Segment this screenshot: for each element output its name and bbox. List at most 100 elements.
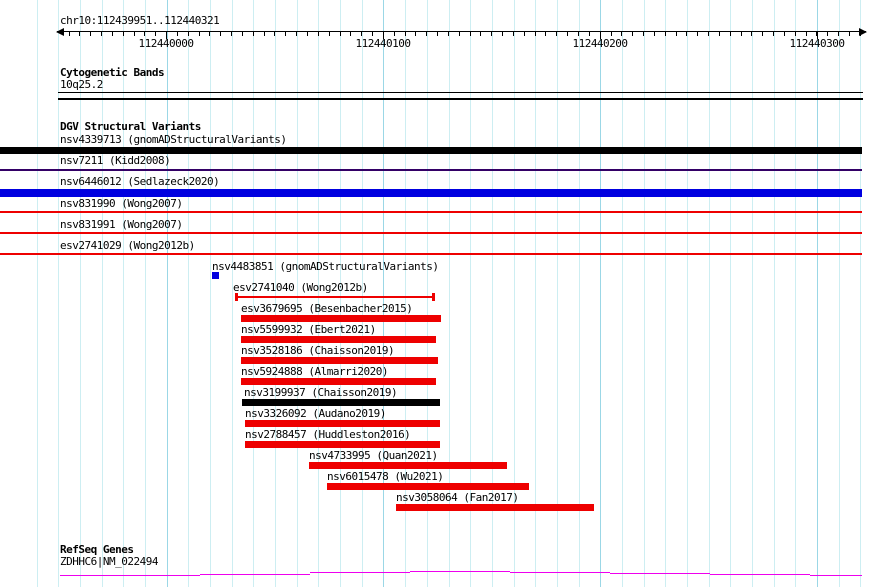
ruler-tick-minor	[773, 32, 775, 36]
gene-model-line[interactable]	[200, 574, 310, 575]
variant-bar[interactable]	[0, 169, 862, 171]
ruler-tick-minor	[176, 32, 178, 36]
gridline-minor	[578, 0, 580, 587]
variant-range-bar[interactable]	[236, 296, 434, 298]
feature-label[interactable]: nsv831990 (Wong2007)	[60, 197, 183, 210]
genome-browser-view: chr10:112439951..112440321 112440000 1124…	[0, 0, 890, 587]
ruler-tick-minor	[111, 32, 113, 36]
ruler-tick-minor	[827, 32, 829, 36]
gridline-minor	[795, 0, 797, 587]
variant-bar[interactable]	[241, 357, 438, 364]
ruler-tick-minor	[187, 32, 189, 36]
feature-label[interactable]: esv2741040 (Wong2012b)	[233, 281, 368, 294]
variant-bar[interactable]	[241, 336, 436, 343]
ruler-tick-minor	[306, 32, 308, 36]
ruler-tick-minor	[545, 32, 547, 36]
gene-model-line[interactable]	[710, 574, 810, 575]
feature-label[interactable]: nsv831991 (Wong2007)	[60, 218, 183, 231]
ruler-tick-minor	[653, 32, 655, 36]
feature-label[interactable]: nsv4339713 (gnomADStructuralVariants)	[60, 133, 287, 146]
ruler-tick-minor	[794, 32, 796, 36]
feature-label[interactable]: nsv3199937 (Chaisson2019)	[244, 386, 398, 399]
ruler-tick-minor	[122, 32, 124, 36]
feature-label[interactable]: esv3679695 (Besenbacher2015)	[241, 302, 413, 315]
feature-label[interactable]: nsv5924888 (Almarri2020)	[241, 365, 388, 378]
feature-label[interactable]: esv2741029 (Wong2012b)	[60, 239, 195, 252]
variant-bar[interactable]	[241, 315, 441, 322]
gridline-minor	[210, 0, 212, 587]
gridline-minor	[145, 0, 146, 587]
variant-bar[interactable]	[327, 483, 529, 490]
gridline-minor	[621, 0, 623, 587]
feature-label[interactable]: nsv2788457 (Huddleston2016)	[245, 428, 411, 441]
feature-label[interactable]: nsv6446012 (Sedlazeck2020)	[60, 175, 220, 188]
variant-bar[interactable]	[245, 441, 440, 448]
ruler-tick-minor	[512, 32, 514, 36]
cytoband-line[interactable]	[58, 92, 863, 93]
gene-model-line[interactable]	[810, 575, 862, 576]
ruler-tick-minor	[458, 32, 460, 36]
variant-bar[interactable]	[396, 504, 594, 511]
gene-model-line[interactable]	[310, 572, 410, 573]
variant-point[interactable]	[212, 272, 219, 279]
feature-label[interactable]: nsv4733995 (Quan2021)	[309, 449, 438, 462]
variant-bar[interactable]	[0, 253, 862, 255]
variant-range-cap-left[interactable]	[235, 293, 238, 301]
ruler-tick-minor	[447, 32, 449, 36]
feature-label[interactable]: nsv7211 (Kidd2008)	[60, 154, 171, 167]
gridline-minor	[643, 0, 645, 587]
ruler-tick-minor	[523, 32, 525, 36]
gene-model-line[interactable]	[510, 572, 610, 573]
gridline-minor	[123, 0, 125, 587]
ruler-tick-minor	[404, 32, 406, 36]
variant-bar[interactable]	[309, 462, 507, 469]
feature-label[interactable]: nsv3528186 (Chaisson2019)	[241, 344, 395, 357]
variant-range-cap-right[interactable]	[432, 293, 435, 301]
variant-bar[interactable]	[0, 232, 862, 234]
ruler-tick-minor	[415, 32, 417, 36]
variant-bar[interactable]	[242, 399, 440, 406]
feature-label[interactable]: ZDHHC6|NM_022494	[60, 555, 158, 568]
feature-label[interactable]: nsv3058064 (Fan2017)	[396, 491, 519, 504]
ruler-tick-minor	[426, 32, 428, 36]
ruler-tick-minor	[838, 32, 840, 36]
ruler-tick-minor	[751, 32, 753, 36]
variant-bar[interactable]	[241, 378, 436, 385]
ruler-tick-minor	[502, 32, 504, 36]
feature-label[interactable]: nsv3326092 (Audano2019)	[245, 407, 386, 420]
variant-bar[interactable]	[0, 189, 862, 197]
feature-label[interactable]: nsv6015478 (Wu2021)	[327, 470, 444, 483]
ruler-tick-minor	[317, 32, 319, 36]
variant-bar[interactable]	[0, 211, 862, 213]
variant-bar[interactable]	[245, 420, 440, 427]
feature-label: 10q25.2	[60, 78, 103, 91]
ruler-tick-label: 112440200	[572, 37, 628, 50]
ruler-tick-minor	[848, 32, 850, 36]
feature-label[interactable]: nsv5599932 (Ebert2021)	[241, 323, 376, 336]
ruler-tick-minor	[274, 32, 276, 36]
gridline-minor	[730, 0, 732, 587]
ruler-arrow-left-icon	[56, 27, 64, 36]
gene-model-line[interactable]	[610, 573, 710, 574]
ruler-tick-label: 112440300	[789, 37, 845, 50]
variant-bar[interactable]	[0, 147, 862, 154]
feature-label[interactable]: nsv4483851 (gnomADStructuralVariants)	[212, 260, 439, 273]
ruler-tick-minor	[610, 32, 612, 36]
gridline-minor	[188, 0, 190, 587]
ruler-tick-minor	[68, 32, 70, 36]
ruler-tick-minor	[372, 32, 374, 36]
ruler-tick-minor	[231, 32, 233, 36]
ruler-tick-minor	[783, 32, 785, 36]
cytoband-line[interactable]	[58, 98, 863, 100]
ruler-tick-minor	[556, 32, 558, 36]
ruler-tick-minor	[90, 32, 92, 36]
ruler-tick-minor	[361, 32, 363, 36]
gridline-minor	[860, 0, 862, 587]
ruler-tick-minor	[133, 32, 135, 36]
ruler-tick-minor	[285, 32, 287, 36]
gene-model-line[interactable]	[410, 571, 510, 572]
ruler-tick-minor	[643, 32, 645, 36]
ruler-tick-minor	[328, 32, 330, 36]
ruler-tick-minor	[697, 32, 699, 36]
gene-model-line[interactable]	[60, 575, 200, 576]
